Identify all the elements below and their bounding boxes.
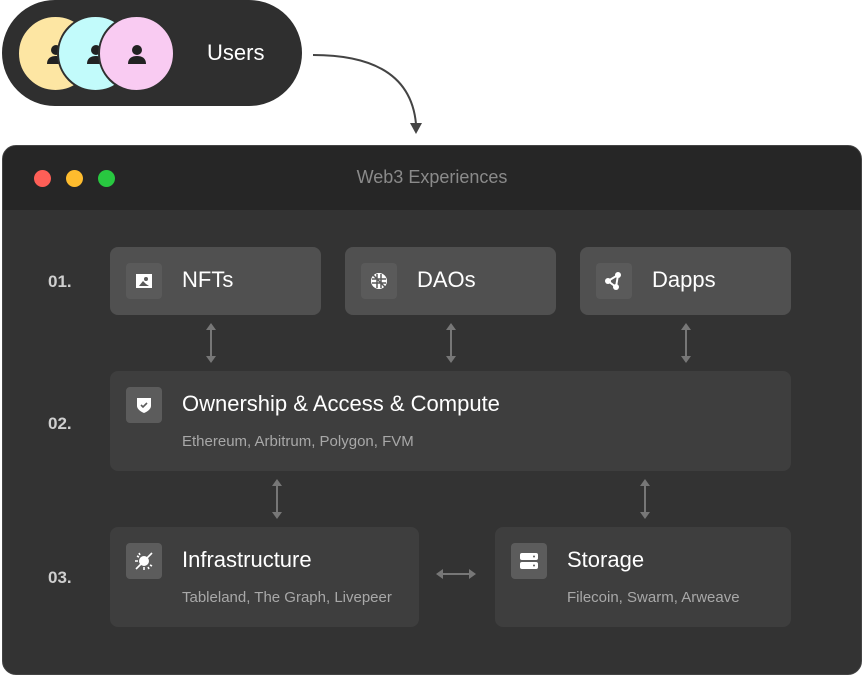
horizontal-arrow-icon (436, 569, 476, 579)
vertical-arrow-icon (272, 479, 282, 519)
vertical-arrow-icon (446, 323, 456, 363)
vertical-arrow-icon (681, 323, 691, 363)
web3-window: Web3 Experiences 01. 02. 03. NFTs DAOs D… (2, 145, 862, 675)
vertical-arrow-icon (206, 323, 216, 363)
vertical-arrow-icon (640, 479, 650, 519)
connector-arrows (3, 146, 862, 675)
flow-arrow-icon (0, 0, 864, 150)
